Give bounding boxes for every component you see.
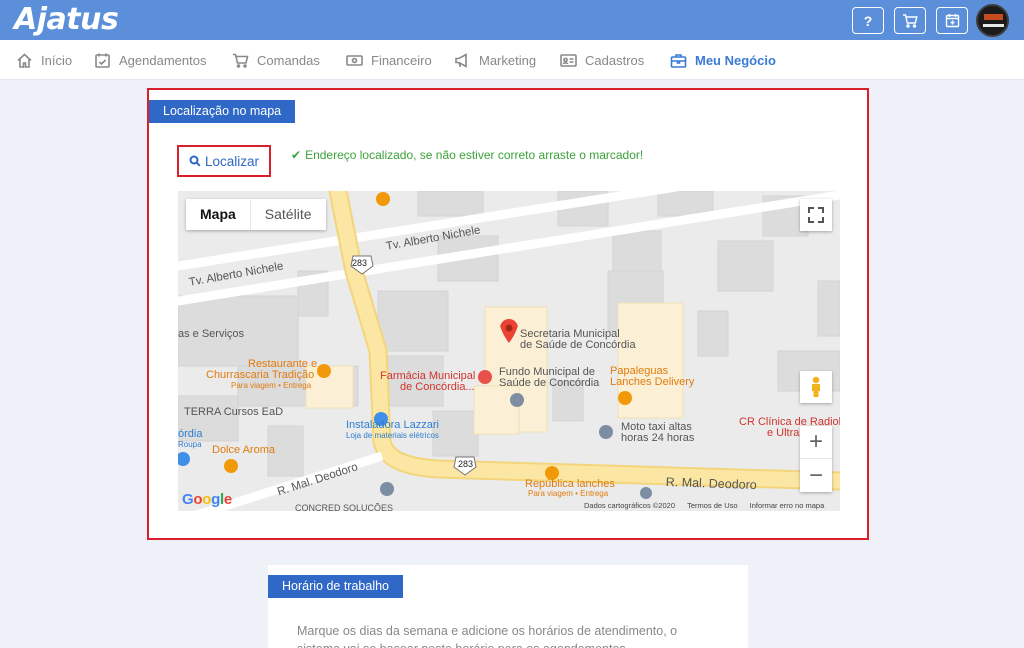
- nav-item-meu-negocio[interactable]: Meu Negócio: [670, 40, 776, 80]
- road-shield-label: 283: [458, 459, 474, 469]
- nav-item-financeiro[interactable]: Financeiro: [346, 40, 432, 80]
- place-label: Churrascaria Tradição: [206, 369, 315, 381]
- nav-item-label: Meu Negócio: [695, 52, 776, 68]
- place-label: Para viagem • Entrega: [528, 489, 609, 498]
- place-label: as e Serviços: [178, 328, 245, 340]
- nav-item-agendamentos[interactable]: Agendamentos: [94, 40, 206, 80]
- success-message: ✔ Endereço localizado, se não estiver cor…: [291, 148, 643, 162]
- place-label: CONCRED SOLUÇÕES: [295, 503, 394, 511]
- nav-item-cadastros[interactable]: Cadastros: [560, 40, 644, 80]
- main-nav: Início Agendamentos Comandas Financeiro …: [0, 40, 1024, 80]
- nav-item-marketing[interactable]: Marketing: [454, 40, 536, 80]
- id-card-icon: [560, 53, 577, 67]
- place-label: Roupa: [178, 440, 202, 449]
- location-card-title: Localização no mapa: [149, 100, 296, 123]
- map-footer: Dados cartográficos ©2020 Termos de Uso …: [584, 501, 824, 510]
- cart-icon: [233, 53, 249, 68]
- place-label: e Ultra: [767, 427, 800, 439]
- help-button[interactable]: ?: [852, 7, 884, 34]
- pegman-icon: [812, 376, 820, 397]
- road-shield-label: 283: [352, 258, 368, 268]
- terms-link[interactable]: Termos de Uso: [687, 501, 737, 510]
- nav-item-comandas[interactable]: Comandas: [232, 40, 320, 80]
- localizar-button[interactable]: Localizar: [177, 145, 271, 177]
- briefcase-icon: [670, 53, 687, 68]
- place-label: órdia: [178, 428, 203, 440]
- fullscreen-icon: [808, 207, 824, 223]
- report-error-link[interactable]: Informar erro no mapa: [750, 501, 825, 510]
- place-label: de Concórdia...: [400, 381, 475, 393]
- localizar-label: Localizar: [204, 153, 260, 169]
- nav-item-inicio[interactable]: Início: [16, 40, 72, 80]
- user-avatar[interactable]: [976, 4, 1009, 37]
- cart-button[interactable]: [894, 7, 926, 34]
- calendar-plus-icon: [945, 14, 959, 28]
- place-label: Instaladora Lazzari: [346, 419, 439, 431]
- nav-item-label: Comandas: [257, 52, 320, 68]
- place-label: Saúde de Concórdia: [499, 377, 600, 389]
- success-message-text: Endereço localizado, se não estiver corr…: [305, 148, 644, 162]
- place-label: Loja de materiais elétricos: [346, 431, 439, 440]
- top-bar: Ajatus ?: [0, 0, 1024, 40]
- schedule-description: Marque os dias da semana e adicione os h…: [297, 624, 678, 648]
- nav-item-label: Início: [41, 52, 73, 68]
- money-icon: [346, 54, 363, 66]
- place-label: TERRA Cursos EaD: [184, 406, 284, 418]
- zoom-out-button[interactable]: −: [800, 459, 832, 492]
- map-data-credit: Dados cartográficos ©2020: [584, 501, 675, 510]
- nav-item-label: Financeiro: [371, 52, 432, 68]
- schedule-card: Horário de trabalho Marque os dias da se…: [268, 565, 748, 648]
- help-icon: ?: [863, 12, 873, 29]
- nav-item-label: Marketing: [479, 52, 537, 68]
- cart-icon: [903, 13, 918, 28]
- app-logo[interactable]: Ajatus: [14, 2, 119, 38]
- place-label: Lanches Delivery: [610, 376, 695, 388]
- place-label: de Saúde de Concórdia: [520, 339, 636, 351]
- schedule-card-title: Horário de trabalho: [268, 575, 404, 598]
- fullscreen-button[interactable]: [800, 199, 832, 231]
- zoom-control: + −: [800, 426, 832, 492]
- place-label: Dolce Aroma: [212, 444, 275, 456]
- map-canvas[interactable]: [178, 191, 840, 511]
- map-widget[interactable]: 283 283 Tv. Alberto Nichele Tv. Alberto …: [178, 191, 840, 511]
- map-type-control: Mapa Satélite: [186, 199, 326, 230]
- street-view-button[interactable]: [800, 371, 832, 403]
- megaphone-icon: [455, 52, 467, 68]
- nav-item-label: Agendamentos: [119, 52, 207, 68]
- nav-item-label: Cadastros: [585, 52, 645, 68]
- check-icon: ✔: [291, 148, 302, 162]
- place-label: Para viagem • Entrega: [231, 381, 312, 390]
- zoom-in-button[interactable]: +: [800, 426, 832, 459]
- place-label: horas 24 horas: [621, 432, 695, 444]
- map-type-satellite-button[interactable]: Satélite: [251, 199, 326, 230]
- google-logo[interactable]: Google: [182, 491, 232, 508]
- calendar-check-icon: [95, 53, 110, 68]
- search-icon: [189, 155, 201, 167]
- map-type-map-button[interactable]: Mapa: [186, 199, 251, 230]
- location-card: Localização no mapa Localizar ✔ Endereço …: [147, 88, 869, 540]
- home-icon: [17, 52, 32, 68]
- calendar-add-button[interactable]: [936, 7, 968, 34]
